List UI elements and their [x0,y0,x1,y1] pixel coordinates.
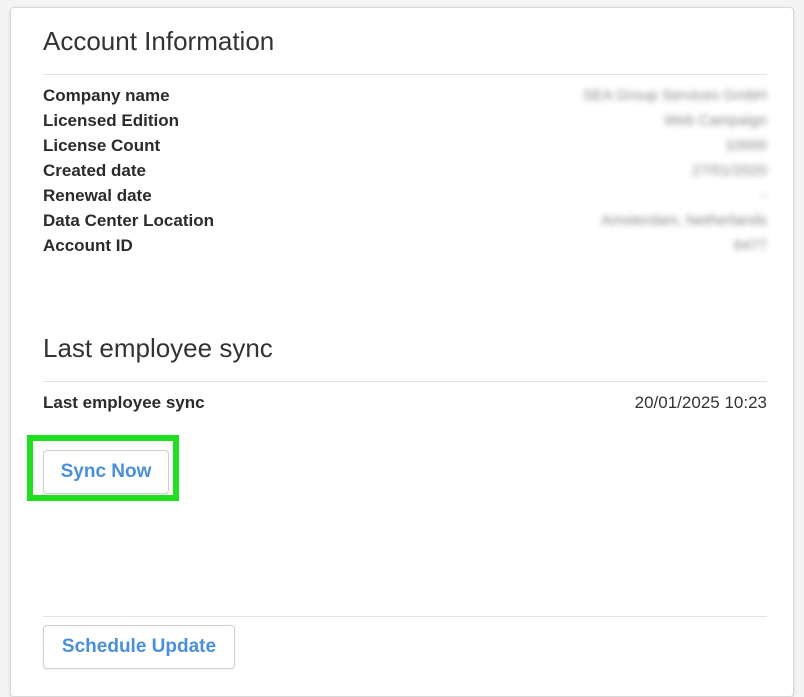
field-label: Data Center Location [43,210,214,230]
field-row-renewal-date: Renewal date - [43,183,767,208]
account-card: Account Information Company name SEA Gro… [10,7,794,697]
footer-divider [43,616,767,617]
field-row-account-id: Account ID 6477 [43,233,767,258]
account-title-divider [43,74,767,75]
field-row-data-center-location: Data Center Location Amsterdam, Netherla… [43,208,767,233]
field-row-last-employee-sync: Last employee sync 20/01/2025 10:23 [43,390,767,415]
last-employee-sync-title: Last employee sync [43,333,273,363]
field-row-licensed-edition: Licensed Edition Web Campaign [43,108,767,133]
field-label: Renewal date [43,185,152,205]
field-value: - [762,187,767,204]
field-row-license-count: License Count 10000 [43,133,767,158]
field-value: 10000 [725,137,767,154]
schedule-update-button[interactable]: Schedule Update [43,625,235,669]
field-label: Last employee sync [43,392,205,412]
last-sync-timestamp: 20/01/2025 10:23 [634,392,767,412]
account-information-title: Account Information [43,26,275,56]
field-row-company-name: Company name SEA Group Services GmbH [43,83,767,108]
sync-now-button[interactable]: Sync Now [43,450,169,494]
field-label: Company name [43,85,170,105]
field-value: 27/01/2020 [691,162,767,179]
field-value: SEA Group Services GmbH [582,87,767,104]
field-label: Licensed Edition [43,110,180,130]
field-label: Created date [43,160,146,180]
field-label: License Count [43,135,161,155]
sync-title-divider [43,381,767,382]
field-label: Account ID [43,235,133,255]
field-value: Web Campaign [663,112,767,129]
field-value: 6477 [733,237,767,254]
field-value: Amsterdam, Netherlands [601,212,767,229]
field-row-created-date: Created date 27/01/2020 [43,158,767,183]
